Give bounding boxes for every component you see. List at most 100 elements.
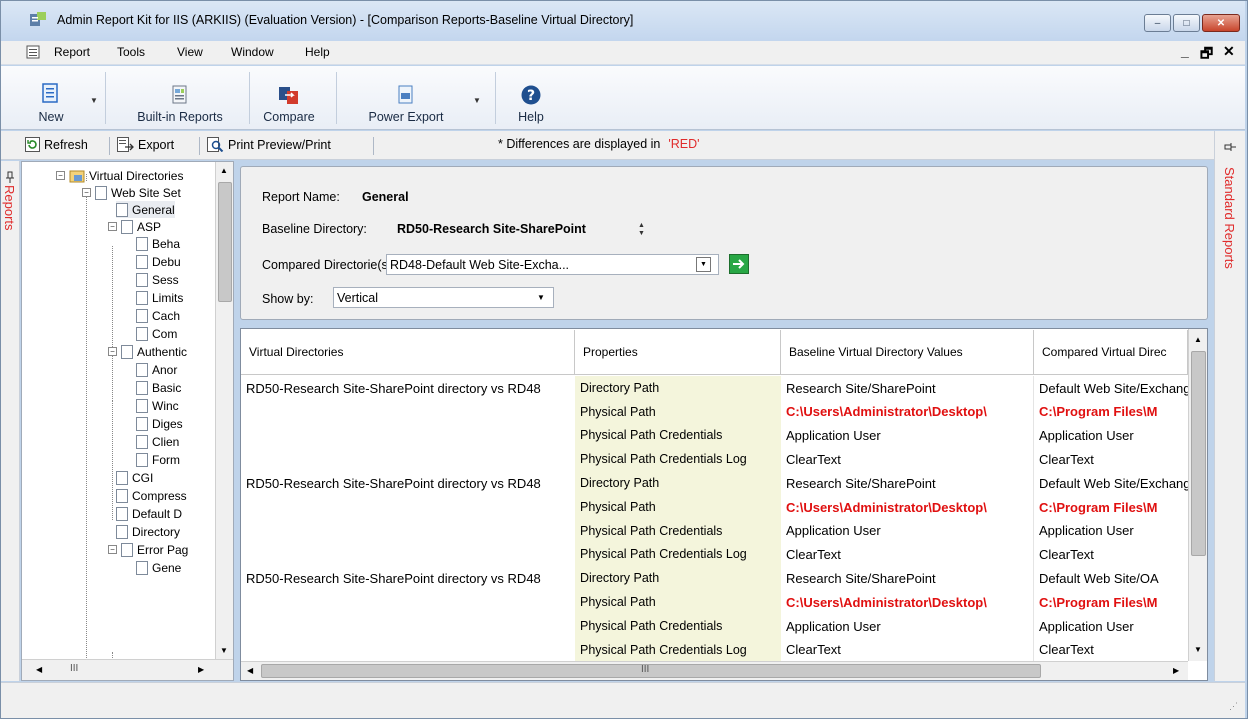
print-preview-button[interactable]: Print Preview/Print (207, 137, 331, 152)
reports-side-tab[interactable]: Reports (1, 161, 20, 681)
virtual-directory-cell[interactable]: RD50-Research Site-SharePoint directory … (241, 376, 575, 400)
menu-tools[interactable]: Tools (117, 45, 145, 59)
tree-node[interactable]: Directory (116, 523, 180, 540)
compared-value-cell[interactable]: Default Web Site/Exchange (1034, 471, 1188, 495)
tree-node[interactable]: Limits (136, 289, 183, 306)
baseline-value-cell[interactable]: ClearText (781, 447, 1034, 472)
property-cell[interactable]: Physical Path Credentials (575, 518, 781, 543)
tree-vertical-scrollbar[interactable]: ▲ ▼ (215, 162, 233, 659)
compared-value-cell[interactable]: Application User (1034, 424, 1188, 448)
baseline-value-cell[interactable]: Research Site/SharePoint (781, 376, 1034, 400)
baseline-value-cell[interactable]: ClearText (781, 637, 1034, 662)
go-button[interactable] (729, 254, 749, 274)
power-export-dropdown-arrow[interactable]: ▼ (473, 96, 481, 105)
tree-node[interactable]: Com (136, 325, 177, 342)
compared-value-cell[interactable]: Application User (1034, 614, 1188, 638)
pin-icon[interactable] (5, 171, 15, 183)
baseline-value-cell[interactable]: Application User (781, 423, 1034, 448)
grid-horizontal-scrollbar[interactable]: ◀ III ▶ (241, 661, 1188, 680)
property-cell[interactable]: Physical Path (575, 495, 781, 519)
refresh-button[interactable]: Refresh (25, 137, 88, 152)
baseline-value-cell[interactable]: C:\Users\Administrator\Desktop\ (781, 590, 1034, 615)
collapse-toggle[interactable]: − (56, 171, 65, 180)
menu-help[interactable]: Help (305, 45, 330, 59)
compared-value-cell[interactable]: Default Web Site/OA (1034, 566, 1188, 590)
property-cell[interactable]: Physical Path Credentials Log (575, 542, 781, 567)
compared-directories-field[interactable]: RD48-Default Web Site-Excha... (386, 254, 719, 275)
scroll-left-arrow[interactable]: ◀ (247, 666, 253, 675)
tree-node[interactable]: Form (136, 451, 180, 468)
tree-node[interactable]: CGI (116, 469, 153, 486)
collapse-toggle[interactable]: − (108, 545, 117, 554)
menu-view[interactable]: View (177, 45, 203, 59)
collapse-toggle[interactable]: − (82, 188, 91, 197)
property-cell[interactable]: Directory Path (575, 566, 781, 591)
tree-node[interactable]: Diges (136, 415, 183, 432)
close-button[interactable]: ✕ (1202, 14, 1240, 32)
mdi-restore-button[interactable]: 🗗 (1200, 43, 1213, 67)
compared-value-cell[interactable]: ClearText (1034, 638, 1188, 662)
scroll-right-arrow[interactable]: ▶ (1173, 666, 1179, 675)
minimize-button[interactable]: – (1144, 14, 1171, 32)
scroll-up-arrow[interactable]: ▲ (1194, 335, 1202, 344)
tree-horizontal-scrollbar[interactable]: ◀ III ▶ (22, 659, 233, 680)
tree-node-virtual-directories[interactable]: − Virtual Directories (56, 167, 183, 184)
compared-value-cell[interactable]: C:\Program Files\M (1034, 590, 1188, 614)
document-menu-icon[interactable] (26, 45, 40, 59)
report-tree[interactable]: − Virtual Directories − Web Site Set Gen… (21, 161, 234, 681)
show-by-select[interactable]: Vertical (333, 287, 554, 308)
baseline-value-cell[interactable]: Application User (781, 518, 1034, 543)
baseline-value-cell[interactable]: ClearText (781, 542, 1034, 567)
property-cell[interactable]: Physical Path (575, 590, 781, 614)
tree-node[interactable]: Debu (136, 253, 181, 270)
tree-node-web-site-settings[interactable]: − Web Site Set (82, 184, 181, 201)
new-button[interactable]: New (31, 66, 71, 130)
property-cell[interactable]: Physical Path Credentials Log (575, 637, 781, 662)
column-header-baseline-values[interactable]: Baseline Virtual Directory Values (781, 330, 1034, 375)
tree-node[interactable]: Anor (136, 361, 177, 378)
compared-value-cell[interactable]: C:\Program Files\M (1034, 495, 1188, 519)
compare-button[interactable]: Compare (257, 66, 321, 130)
compared-dropdown-button[interactable]: ▼ (696, 257, 711, 272)
tree-node[interactable]: Compress (116, 487, 187, 504)
pin-icon[interactable] (1224, 142, 1236, 152)
baseline-value-cell[interactable]: C:\Users\Administrator\Desktop\ (781, 399, 1034, 424)
tree-node-authentication[interactable]: − Authentic (108, 343, 187, 360)
column-header-properties[interactable]: Properties (575, 330, 781, 375)
tree-node[interactable]: Cach (136, 307, 180, 324)
resize-grip[interactable]: ⋰ (1229, 701, 1238, 712)
baseline-value-cell[interactable]: C:\Users\Administrator\Desktop\ (781, 495, 1034, 519)
tree-node[interactable]: Sess (136, 271, 179, 288)
tree-node[interactable]: Clien (136, 433, 179, 450)
menu-window[interactable]: Window (231, 45, 274, 59)
baseline-value-cell[interactable]: Research Site/SharePoint (781, 566, 1034, 591)
compared-value-cell[interactable]: ClearText (1034, 447, 1188, 471)
scroll-down-arrow[interactable]: ▼ (220, 646, 228, 655)
tree-node[interactable]: Winc (136, 397, 179, 414)
new-dropdown-arrow[interactable]: ▼ (90, 96, 98, 105)
scroll-thumb[interactable] (1191, 351, 1206, 556)
builtin-reports-button[interactable]: Built-in Reports (119, 66, 241, 130)
tree-node[interactable]: Basic (136, 379, 181, 396)
maximize-button[interactable]: □ (1173, 14, 1200, 32)
property-cell[interactable]: Physical Path Credentials Log (575, 447, 781, 472)
scroll-left-arrow[interactable]: ◀ (36, 665, 42, 674)
help-button[interactable]: ? Help (509, 66, 553, 130)
export-button[interactable]: Export (117, 137, 174, 152)
tree-node[interactable]: Beha (136, 235, 180, 252)
scroll-grip[interactable]: III (641, 664, 649, 675)
property-cell[interactable]: Physical Path Credentials (575, 614, 781, 638)
tree-node[interactable]: Default D (116, 505, 182, 522)
compared-value-cell[interactable]: Application User (1034, 519, 1188, 543)
property-cell[interactable]: Physical Path Credentials (575, 423, 781, 448)
virtual-directory-cell[interactable]: RD50-Research Site-SharePoint directory … (241, 566, 575, 590)
mdi-minimize-button[interactable]: _ (1181, 43, 1189, 59)
chevron-down-icon[interactable]: ▼ (537, 293, 545, 302)
column-header-virtual-directories[interactable]: Virtual Directories (241, 330, 575, 375)
tree-node[interactable]: Gene (136, 559, 181, 576)
baseline-value-cell[interactable]: Research Site/SharePoint (781, 471, 1034, 496)
compared-value-cell[interactable]: ClearText (1034, 543, 1188, 567)
scroll-up-arrow[interactable]: ▲ (220, 166, 228, 175)
baseline-spinner[interactable]: ▲ ▼ (638, 222, 645, 238)
scroll-down-arrow[interactable]: ▼ (1194, 645, 1202, 654)
